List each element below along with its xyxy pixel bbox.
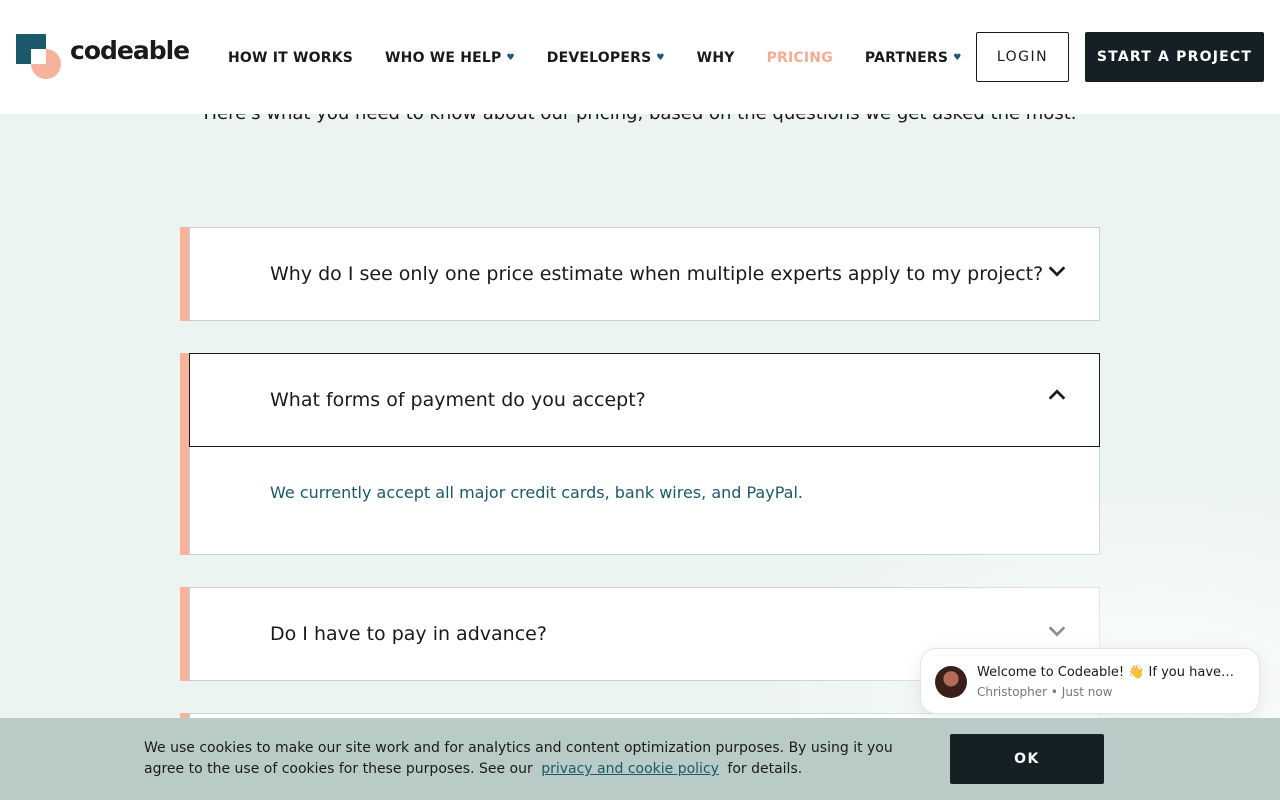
chevron-down-icon[interactable] bbox=[1046, 620, 1068, 642]
start-project-button[interactable]: START A PROJECT bbox=[1085, 32, 1264, 82]
site-header: codeable HOW IT WORKS WHO WE HELP ♥ DEVE… bbox=[0, 0, 1280, 114]
login-button[interactable]: LOGIN bbox=[976, 32, 1069, 82]
heart-dropdown-icon: ♥ bbox=[656, 53, 665, 63]
nav-label: WHO WE HELP bbox=[385, 50, 502, 66]
nav-developers[interactable]: DEVELOPERS ♥ bbox=[547, 50, 665, 66]
nav-label: PRICING bbox=[766, 50, 833, 66]
nav-how-it-works[interactable]: HOW IT WORKS bbox=[228, 50, 353, 66]
cookie-text: We use cookies to make our site work and… bbox=[144, 738, 924, 780]
cookie-ok-button[interactable]: OK bbox=[950, 734, 1104, 784]
heart-dropdown-icon: ♥ bbox=[506, 53, 515, 63]
nav-why[interactable]: WHY bbox=[697, 50, 735, 66]
agent-avatar bbox=[935, 666, 967, 698]
nav-label: DEVELOPERS bbox=[546, 50, 652, 66]
faq-answer: We currently accept all major credit car… bbox=[270, 483, 803, 502]
logo-wordmark: codeable bbox=[70, 36, 190, 65]
chat-message: Welcome to Codeable! 👋 If you have any q… bbox=[977, 665, 1235, 680]
chevron-up-icon[interactable] bbox=[1046, 384, 1068, 406]
nav-partners[interactable]: PARTNERS ♥ bbox=[865, 50, 962, 66]
main-nav: HOW IT WORKS WHO WE HELP ♥ DEVELOPERS ♥ … bbox=[228, 48, 993, 68]
codeable-logo[interactable]: codeable bbox=[16, 34, 196, 80]
chevron-down-icon[interactable] bbox=[1046, 260, 1068, 282]
faq-question: Do I have to pay in advance? bbox=[270, 623, 547, 645]
faq-question: Why do I see only one price estimate whe… bbox=[270, 263, 1044, 285]
chat-meta: Christopher • Just now bbox=[977, 685, 1113, 699]
nav-pricing[interactable]: PRICING bbox=[767, 50, 833, 66]
codeable-logo-icon bbox=[16, 34, 62, 80]
cookie-banner: We use cookies to make our site work and… bbox=[0, 718, 1280, 800]
faq-question: What forms of payment do you accept? bbox=[270, 389, 646, 411]
chat-preview-bubble[interactable]: Welcome to Codeable! 👋 If you have any q… bbox=[920, 648, 1260, 714]
faq-item: What forms of payment do you accept? We … bbox=[180, 353, 1100, 555]
nav-label: WHY bbox=[696, 50, 735, 66]
nav-label: HOW IT WORKS bbox=[228, 50, 354, 66]
heart-dropdown-icon: ♥ bbox=[953, 53, 962, 63]
cookie-text-after: for details. bbox=[727, 761, 803, 777]
nav-label: PARTNERS bbox=[864, 50, 949, 66]
privacy-policy-link[interactable]: privacy and cookie policy bbox=[541, 761, 719, 777]
faq-item[interactable]: Why do I see only one price estimate whe… bbox=[180, 227, 1100, 321]
nav-who-we-help[interactable]: WHO WE HELP ♥ bbox=[385, 50, 515, 66]
